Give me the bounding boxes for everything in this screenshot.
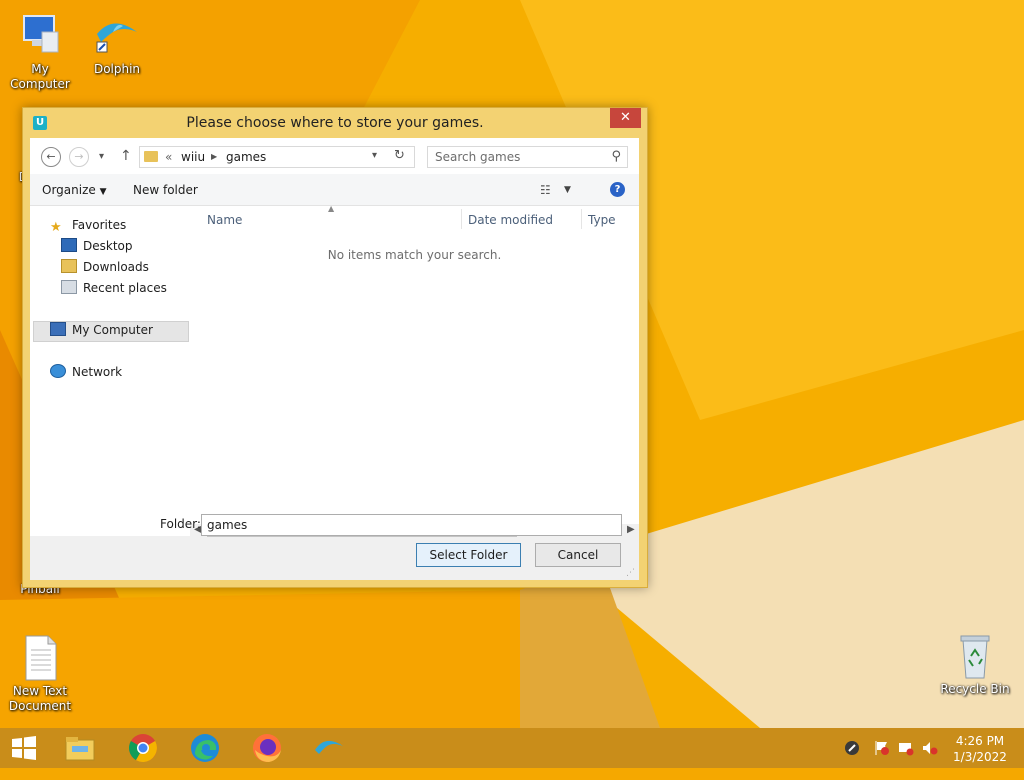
windows-logo-icon xyxy=(12,736,36,760)
up-arrow-icon[interactable]: ↑ xyxy=(120,148,132,164)
computer-icon xyxy=(50,322,66,336)
nav-label: Downloads xyxy=(83,260,149,274)
computer-icon xyxy=(16,12,64,60)
folder-label: Folder: xyxy=(160,517,201,531)
help-icon[interactable]: ? xyxy=(610,182,625,197)
chrome-icon[interactable] xyxy=(127,732,159,764)
edge-icon[interactable] xyxy=(189,732,221,764)
view-options-chevron-icon[interactable]: ▼ xyxy=(564,185,571,195)
nav-my-computer[interactable]: My Computer xyxy=(50,321,153,339)
breadcrumb-games[interactable]: games xyxy=(226,150,266,164)
close-button[interactable]: ✕ xyxy=(610,108,641,128)
dolphin-icon xyxy=(93,12,141,60)
navigation-pane: ★ Favorites Desktop Downloads Recent plac… xyxy=(30,206,190,536)
clock-time: 4:26 PM xyxy=(955,734,1005,748)
sort-ascending-icon: ▲ xyxy=(328,204,335,213)
desktop-icon-my-computer[interactable]: My Computer xyxy=(0,12,80,92)
organize-button[interactable]: Organize ▼ xyxy=(42,183,107,197)
action-center-flag-icon[interactable] xyxy=(874,740,890,780)
folder-name-value[interactable]: games xyxy=(207,518,247,532)
taskbar: 4:26 PM 1/3/2022 xyxy=(0,728,1024,768)
organize-label: Organize xyxy=(42,183,96,197)
tray-rocket-icon[interactable] xyxy=(844,740,860,780)
breadcrumb-separator-icon: ▶ xyxy=(211,152,218,161)
nav-desktop[interactable]: Desktop xyxy=(61,237,133,255)
file-list[interactable]: ▲ Name Date modified Type No items match… xyxy=(190,204,639,524)
recycle-bin-icon xyxy=(951,632,999,680)
column-separator[interactable] xyxy=(461,209,462,229)
back-button[interactable]: ← xyxy=(41,147,61,167)
desktop-icon xyxy=(61,238,77,252)
cancel-button[interactable]: Cancel xyxy=(535,543,621,567)
nav-recent-places[interactable]: Recent places xyxy=(61,279,167,297)
dolphin-taskbar-icon[interactable] xyxy=(313,732,345,764)
new-folder-button[interactable]: New folder xyxy=(133,183,198,197)
desktop-icon-label: New Text xyxy=(12,684,68,698)
column-header-date-modified[interactable]: Date modified xyxy=(468,213,553,227)
breadcrumb-wiiu[interactable]: wiiu xyxy=(181,150,205,164)
text-document-icon xyxy=(16,634,64,682)
nav-label: Network xyxy=(72,365,123,379)
empty-message: No items match your search. xyxy=(327,248,502,262)
desktop-icon-label: My Computer xyxy=(10,62,70,91)
volume-muted-icon[interactable] xyxy=(922,740,938,780)
desktop-icon-recycle-bin[interactable]: Recycle Bin xyxy=(935,632,1015,697)
search-icon: ⚲ xyxy=(611,149,621,164)
nav-label: Favorites xyxy=(72,218,127,232)
file-explorer-icon[interactable] xyxy=(64,732,96,764)
column-header-name[interactable]: Name xyxy=(207,213,242,227)
nav-label: Recent places xyxy=(83,281,167,295)
scroll-right-icon[interactable]: ▶ xyxy=(627,524,635,535)
recent-locations-chevron-icon[interactable]: ▾ xyxy=(99,151,104,162)
system-clock[interactable]: 4:26 PM 1/3/2022 xyxy=(950,733,1010,765)
nav-favorites[interactable]: ★ Favorites xyxy=(50,216,127,235)
network-icon xyxy=(50,364,66,378)
firefox-icon[interactable] xyxy=(251,732,283,764)
column-separator[interactable] xyxy=(581,209,582,229)
desktop-icon-new-text-document[interactable]: New Text Document xyxy=(0,634,80,714)
downloads-icon xyxy=(61,259,77,273)
select-folder-dialog: U Please choose where to store your game… xyxy=(22,107,648,588)
chevron-down-icon: ▼ xyxy=(99,187,107,197)
desktop-icon-label: Dolphin xyxy=(93,62,141,76)
nav-network[interactable]: Network xyxy=(50,363,122,381)
clock-date: 1/3/2022 xyxy=(953,750,1007,764)
dialog-body: ← → ▾ ↑ « wiiu ▶ games ▾ ↻ Search games … xyxy=(30,138,639,580)
nav-downloads[interactable]: Downloads xyxy=(61,258,149,276)
column-header-type[interactable]: Type xyxy=(588,213,616,227)
forward-button[interactable]: → xyxy=(69,147,89,167)
select-folder-button[interactable]: Select Folder xyxy=(416,543,521,567)
search-box[interactable]: Search games ⚲ xyxy=(427,146,628,168)
resize-grip-icon[interactable]: ⋰ xyxy=(626,568,635,578)
star-icon: ★ xyxy=(50,220,62,235)
address-overflow[interactable]: « xyxy=(165,150,172,164)
desktop-icon-label: Document xyxy=(8,699,72,713)
nav-label: Desktop xyxy=(83,239,133,253)
address-bar[interactable]: « wiiu ▶ games ▾ ↻ xyxy=(139,146,415,168)
command-toolbar: Organize ▼ New folder ☷ ▼ ? xyxy=(30,174,639,206)
start-button[interactable] xyxy=(8,732,40,764)
dialog-titlebar[interactable]: U Please choose where to store your game… xyxy=(23,108,647,138)
nav-label: My Computer xyxy=(72,323,153,337)
refresh-icon[interactable]: ↻ xyxy=(394,148,405,163)
navigation-bar: ← → ▾ ↑ « wiiu ▶ games ▾ ↻ Search games … xyxy=(30,138,639,174)
desktop-icon-label: Recycle Bin xyxy=(940,682,1010,696)
network-tray-icon[interactable] xyxy=(898,740,914,780)
recent-places-icon xyxy=(61,280,77,294)
dialog-title: Please choose where to store your games. xyxy=(186,115,484,131)
search-input[interactable]: Search games xyxy=(435,150,520,164)
folder-name-input[interactable]: games xyxy=(201,514,622,536)
folder-icon xyxy=(144,151,158,162)
desktop-icon-dolphin[interactable]: Dolphin xyxy=(77,12,157,77)
address-dropdown-icon[interactable]: ▾ xyxy=(372,150,377,161)
view-options-icon[interactable]: ☷ xyxy=(540,183,551,197)
